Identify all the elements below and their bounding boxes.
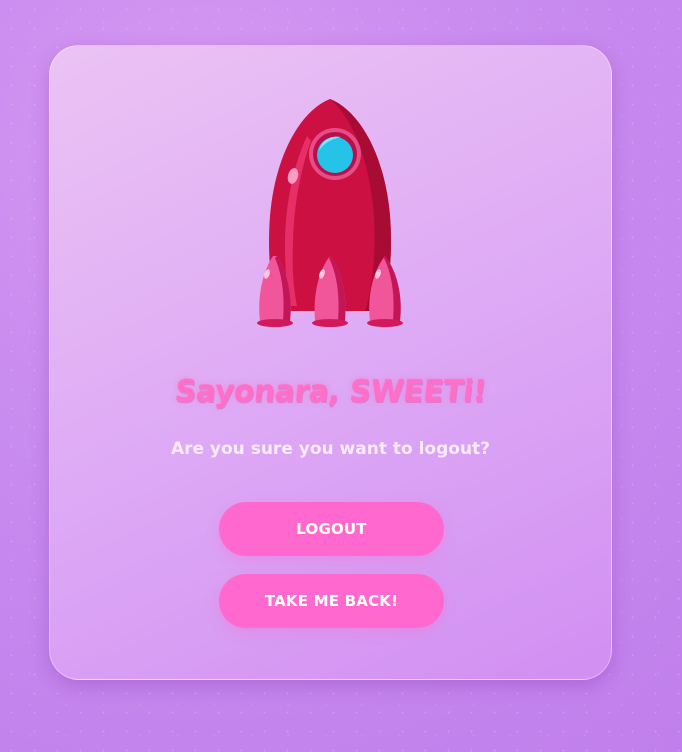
- logout-button-label: LOGOUT: [296, 520, 367, 538]
- logout-dialog: Sayonara, SWEETi! Are you sure you want …: [49, 45, 612, 680]
- rocket-icon: [245, 96, 415, 336]
- logout-confirmation-message: Are you sure you want to logout?: [170, 439, 491, 459]
- take-me-back-button-label: TAKE ME BACK!: [264, 592, 399, 610]
- take-me-back-button[interactable]: TAKE ME BACK!: [219, 574, 444, 628]
- logout-button[interactable]: LOGOUT: [219, 502, 444, 556]
- dialog-title: Sayonara, SWEETi!: [173, 374, 488, 409]
